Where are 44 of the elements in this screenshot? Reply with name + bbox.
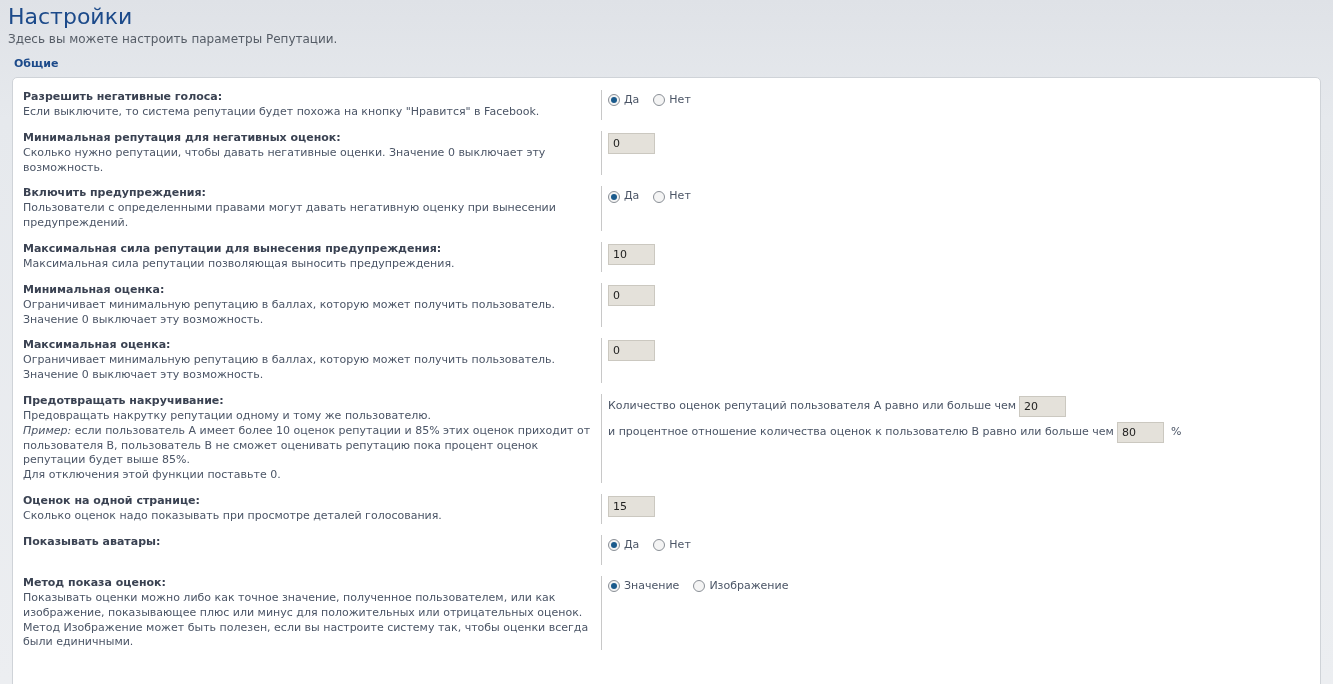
number-field[interactable]: 0 <box>608 132 655 154</box>
radio-option[interactable]: Да <box>608 188 640 205</box>
page-title: Настройки <box>7 4 134 31</box>
number-field[interactable]: 0 <box>608 340 655 362</box>
setting-description: Значение 0 выключает эту возможность. <box>23 368 265 383</box>
unit-label: % <box>1170 424 1182 441</box>
radio-option[interactable]: Изображение <box>693 578 789 595</box>
setting-description: Для отключения этой функции поставьте 0. <box>23 468 282 484</box>
setting-description: Если выключите, то система репутации будет похожа на кнопку "Нравится" в Facebook. <box>23 104 541 120</box>
radio-option[interactable]: Нет <box>653 537 691 554</box>
setting-description: Ограничивает минимальную репутацию в баллах, которую может получить пользователь. <box>23 297 556 313</box>
setting-description: Ограничивает минимальную репутацию в баллах, которую может получить пользователь. <box>23 353 556 369</box>
page-subtitle: Здесь вы можете настроить параметры Репутации. <box>7 31 339 49</box>
radio-option[interactable]: Нет <box>653 188 691 205</box>
setting-description: Предовращать накрутку репутации одному и тому же пользователю. <box>23 408 433 424</box>
number-field[interactable]: 0 <box>608 284 655 306</box>
setting-description: Показывать оценки можно либо как точное значение, полученное пользователем, или как изображение, показывающее плюс или минус для положительных или отрицательных оценок. Метод Изображение может быть полезен, если вы настроите систему так, чтобы оценки всегда были единичными. <box>23 590 590 651</box>
setting-description: Сколько нужно репутации, чтобы давать негативные оценки. Значение 0 выключает эту возможность. <box>23 145 547 176</box>
number-field[interactable]: 20 <box>1019 396 1067 417</box>
setting-description: Пример: если пользователь А имеет более 10 оценок репутации и 85% этих оценок приходит от пользователя В, пользователь В не сможет оценивать репутацию пока процент оценок репутации будет выше 85%. <box>23 423 592 469</box>
setting-title: Максимальная оценка: <box>23 338 172 354</box>
number-field[interactable]: 15 <box>608 496 655 518</box>
setting-description: Пользователи с определенными правами могут давать негативную оценку при вынесении предупреждений. <box>23 201 557 231</box>
radio-option[interactable]: Нет <box>653 91 691 109</box>
radio-option[interactable]: Да <box>608 91 640 109</box>
setting-title: Разрешить негативные голоса: <box>23 89 224 105</box>
setting-title: Минимальная оценка: <box>23 282 166 298</box>
setting-title: Оценок на одной странице: <box>23 494 201 509</box>
setting-description: Максимальная сила репутации позволяющая выносить предупреждения. <box>23 256 456 272</box>
setting-title: Включить предупреждения: <box>23 186 207 202</box>
setting-title: Минимальная репутация для негативных оценок: <box>23 130 342 146</box>
radio-option[interactable]: Значение <box>608 578 680 595</box>
setting-title: Максимальная сила репутации для вынесения предупреждения: <box>23 241 443 257</box>
number-field[interactable]: 10 <box>608 243 655 265</box>
setting-description: Значение 0 выключает эту возможность. <box>23 312 265 328</box>
radio-option[interactable]: Да <box>608 537 640 554</box>
setting-title: Показывать аватары: <box>23 535 162 550</box>
field-label: и процентное отношение количества оценок к пользователю В равно или больше чем <box>608 424 1114 441</box>
section-title: Общие <box>13 56 60 73</box>
field-label: Количество оценок репутаций пользователя А равно или больше чем <box>608 398 1017 415</box>
setting-title: Метод показа оценок: <box>23 576 167 591</box>
setting-description: Сколько оценок надо показывать при просмотре деталей голосования. <box>23 508 443 524</box>
setting-title: Предотвращать накручивание: <box>23 394 225 409</box>
number-field[interactable]: 80 <box>1116 422 1164 443</box>
